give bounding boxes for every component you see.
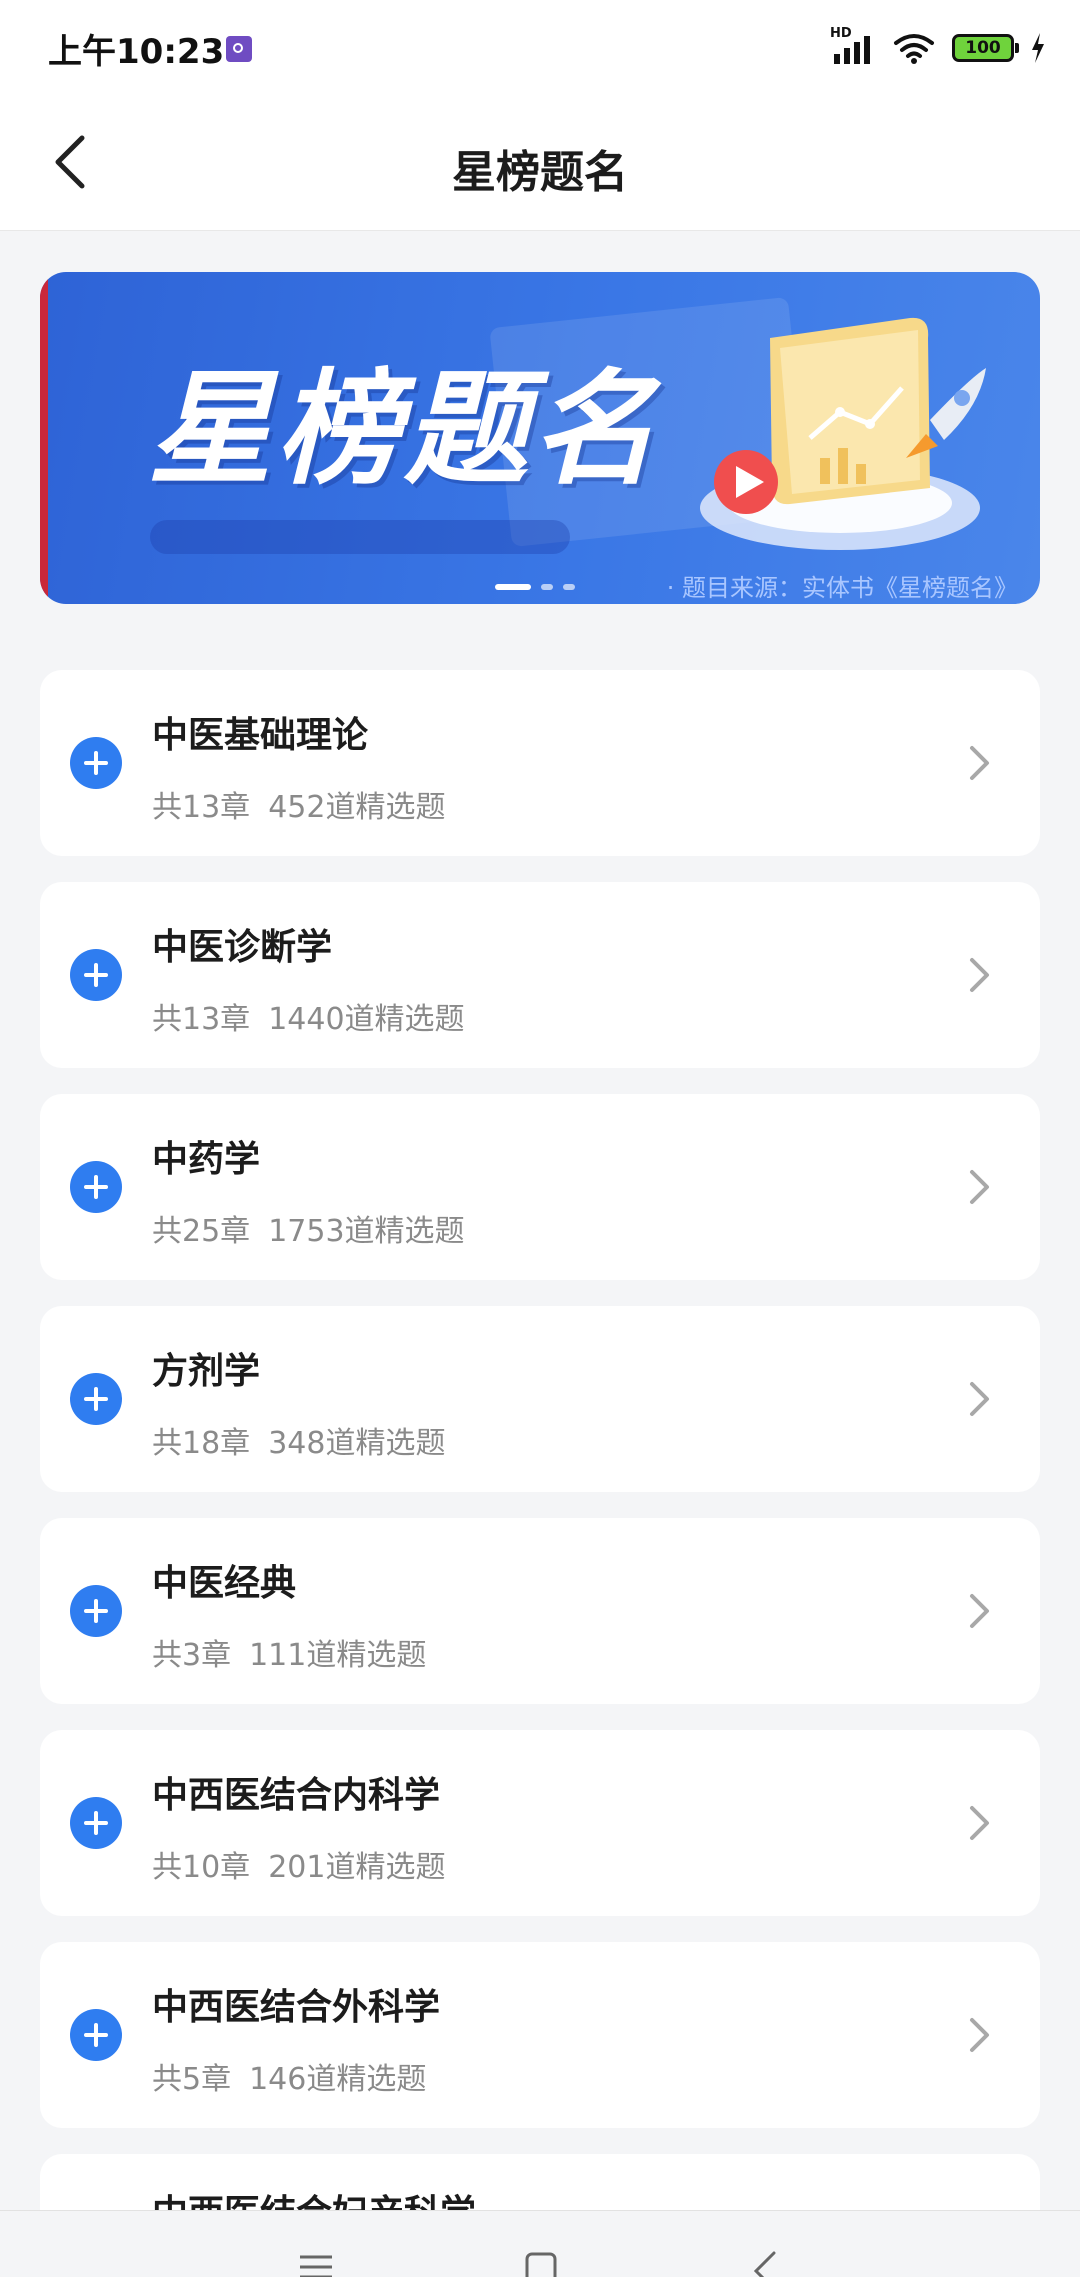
question-count: 146道精选题 bbox=[249, 2062, 427, 2097]
banner-title: 星榜题名 bbox=[148, 358, 661, 502]
subject-meta: 共25章 1753道精选题 bbox=[152, 1206, 465, 1250]
plus-circle-icon[interactable] bbox=[70, 1373, 122, 1425]
plus-circle-icon[interactable] bbox=[70, 1161, 122, 1213]
status-icons: HD 100 bbox=[830, 26, 1046, 70]
network-type-label: HD bbox=[830, 26, 852, 41]
question-count: 1440道精选题 bbox=[268, 1002, 465, 1037]
subject-name: 方剂学 bbox=[152, 1351, 261, 1392]
question-count: 348道精选题 bbox=[268, 1426, 446, 1461]
subject-name: 中医基础理论 bbox=[152, 715, 369, 756]
subject-meta: 共13章 1440道精选题 bbox=[152, 994, 465, 1038]
subject-card[interactable]: 中西医结合外科学 共5章 146道精选题 bbox=[40, 1942, 1040, 2128]
banner-prev-slide-edge bbox=[40, 272, 48, 604]
subject-card[interactable]: 中医诊断学 共13章 1440道精选题 bbox=[40, 882, 1040, 1068]
carousel-dot bbox=[541, 584, 553, 590]
app-notification-icon bbox=[226, 36, 252, 62]
chapter-count: 共5章 bbox=[152, 2062, 232, 2097]
question-count: 201道精选题 bbox=[268, 1850, 446, 1885]
subject-meta: 共3章 111道精选题 bbox=[152, 1630, 426, 1674]
chevron-right-icon bbox=[970, 2018, 989, 2052]
chevron-right-icon bbox=[970, 958, 989, 992]
plus-circle-icon[interactable] bbox=[70, 1585, 122, 1637]
subject-name: 中西医结合内科学 bbox=[152, 1775, 441, 1816]
chevron-right-icon bbox=[970, 1170, 989, 1204]
subject-card[interactable]: 中医基础理论 共13章 452道精选题 bbox=[40, 670, 1040, 856]
chapter-count: 共25章 bbox=[152, 1214, 251, 1249]
nav-header: 星榜题名 bbox=[0, 96, 1080, 231]
chevron-right-icon bbox=[970, 1806, 989, 1840]
system-nav-bar bbox=[0, 2210, 1080, 2277]
recent-apps-icon[interactable] bbox=[298, 2253, 334, 2277]
battery-level: 100 bbox=[965, 38, 1001, 58]
subject-name: 中西医结合外科学 bbox=[152, 1987, 441, 2028]
subject-meta: 共18章 348道精选题 bbox=[152, 1418, 445, 1462]
plus-circle-icon[interactable] bbox=[70, 949, 122, 1001]
subject-meta: 共10章 201道精选题 bbox=[152, 1842, 445, 1886]
book-scroll-illustration bbox=[700, 317, 986, 550]
plus-circle-icon[interactable] bbox=[70, 2009, 122, 2061]
banner-carousel[interactable]: 星榜题名 · 题目来源：实体书《星榜题名》 bbox=[40, 272, 1040, 604]
subject-name: 中药学 bbox=[152, 1139, 261, 1180]
subject-name: 中医诊断学 bbox=[152, 927, 333, 968]
chevron-right-icon bbox=[970, 746, 989, 780]
subject-meta: 共13章 452道精选题 bbox=[152, 782, 445, 826]
carousel-dot-active bbox=[495, 584, 531, 590]
battery-icon: 100 bbox=[952, 34, 1019, 62]
subject-meta: 共5章 146道精选题 bbox=[152, 2054, 426, 2098]
banner-source-caption: · 题目来源：实体书《星榜题名》 bbox=[666, 574, 1018, 602]
chapter-count: 共3章 bbox=[152, 1638, 232, 1673]
question-count: 1753道精选题 bbox=[268, 1214, 465, 1249]
chevron-right-icon bbox=[970, 1382, 989, 1416]
status-bar: 上午10:23 HD 100 bbox=[0, 0, 1080, 96]
subject-card[interactable]: 中药学 共25章 1753道精选题 bbox=[40, 1094, 1040, 1280]
chapter-count: 共13章 bbox=[152, 1002, 251, 1037]
question-count: 111道精选题 bbox=[249, 1638, 427, 1673]
subject-card[interactable]: 中西医结合内科学 共10章 201道精选题 bbox=[40, 1730, 1040, 1916]
cellular-signal-icon: HD bbox=[830, 26, 876, 68]
carousel-dot bbox=[563, 584, 575, 590]
plus-circle-icon[interactable] bbox=[70, 737, 122, 789]
wifi-icon bbox=[894, 34, 934, 64]
system-back-icon[interactable] bbox=[750, 2251, 780, 2277]
chapter-count: 共13章 bbox=[152, 790, 251, 825]
subject-card[interactable]: 方剂学 共18章 348道精选题 bbox=[40, 1306, 1040, 1492]
chapter-count: 共18章 bbox=[152, 1426, 251, 1461]
subject-name: 中医经典 bbox=[152, 1563, 297, 1604]
chapter-count: 共10章 bbox=[152, 1850, 251, 1885]
question-count: 452道精选题 bbox=[268, 790, 446, 825]
carousel-indicator bbox=[495, 584, 575, 590]
plus-circle-icon[interactable] bbox=[70, 1797, 122, 1849]
banner-blurred-subtext bbox=[150, 520, 570, 554]
page-title: 星榜题名 bbox=[452, 147, 628, 198]
subject-list: 中医基础理论 共13章 452道精选题 中医诊断学 共13章 1440道精选题 中药… bbox=[40, 670, 1040, 2240]
home-icon[interactable] bbox=[524, 2251, 558, 2277]
charging-bolt-icon bbox=[1032, 33, 1044, 63]
status-time: 上午10:23 bbox=[48, 32, 225, 72]
subject-card[interactable]: 中医经典 共3章 111道精选题 bbox=[40, 1518, 1040, 1704]
chevron-right-icon bbox=[970, 1594, 989, 1628]
